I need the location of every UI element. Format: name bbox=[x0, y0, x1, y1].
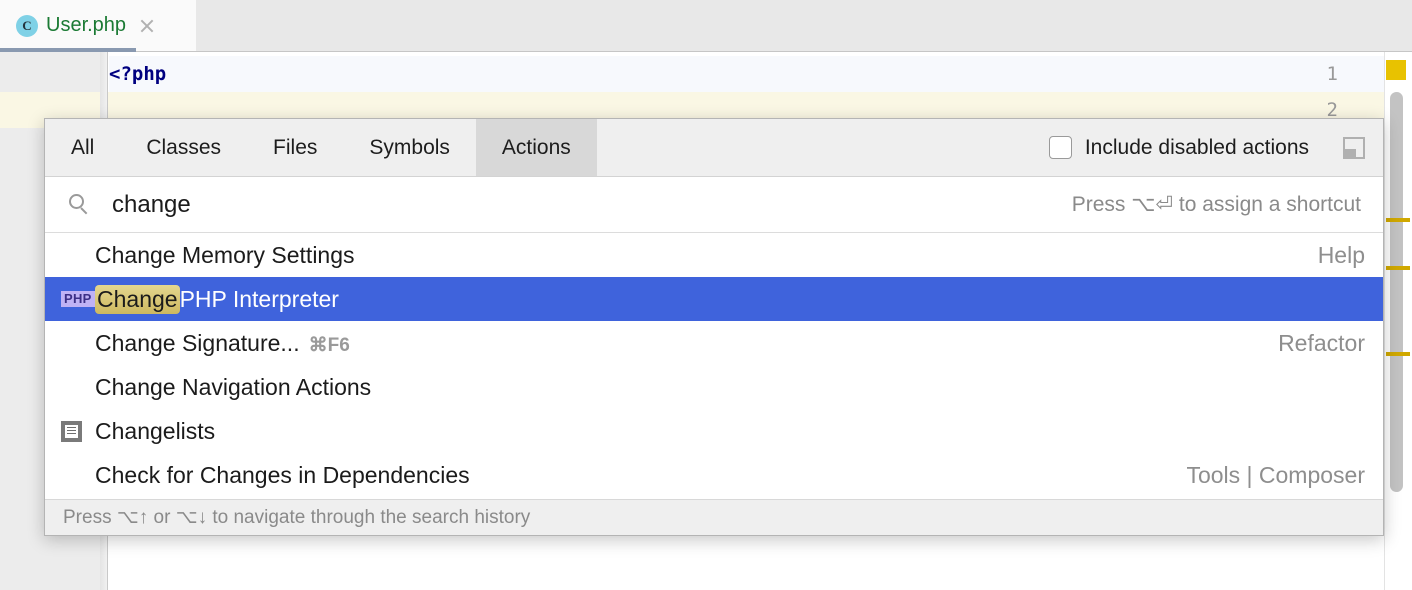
editor-tab-title: User.php bbox=[46, 14, 127, 36]
result-row-changelists[interactable]: Changelists bbox=[45, 409, 1383, 453]
result-label: Check for Changes in Dependencies bbox=[95, 461, 470, 488]
toolwindow-inner-shape bbox=[1345, 148, 1356, 157]
include-disabled-actions-checkbox[interactable]: Include disabled actions bbox=[1048, 135, 1309, 160]
search-everywhere-popup: All Classes Files Symbols Actions Includ… bbox=[44, 118, 1384, 536]
result-group: Help bbox=[1317, 241, 1365, 268]
result-row-check-for-changes-in-dependencies[interactable]: Check for Changes in Dependencies Tools … bbox=[45, 453, 1383, 497]
result-row-change-navigation-actions[interactable]: Change Navigation Actions bbox=[45, 365, 1383, 409]
search-input[interactable]: change bbox=[112, 191, 1072, 219]
search-everywhere-footer: Press ⌥↑ or ⌥↓ to navigate through the s… bbox=[45, 499, 1383, 535]
result-label-suffix: PHP Interpreter bbox=[179, 285, 339, 312]
search-everywhere-header: All Classes Files Symbols Actions Includ… bbox=[45, 119, 1383, 177]
editor-tab-user-php[interactable]: C User.php bbox=[0, 0, 196, 51]
result-label: Change Navigation Actions bbox=[95, 373, 372, 400]
result-label-text: Change Signature... bbox=[95, 329, 300, 356]
search-icon bbox=[69, 194, 90, 215]
php-badge-icon: PHP bbox=[61, 290, 95, 308]
result-label: Changelists bbox=[95, 417, 216, 444]
assign-shortcut-hint: Press ⌥⏎ to assign a shortcut bbox=[1071, 193, 1361, 216]
changelist-glyph bbox=[61, 420, 82, 442]
warning-marker-2[interactable] bbox=[1386, 266, 1410, 270]
php-badge-text: PHP bbox=[61, 290, 95, 308]
result-label: Change Signature... ⌘F6 bbox=[95, 330, 350, 357]
changelist-icon bbox=[61, 420, 95, 442]
line-number-1: 1 bbox=[1326, 63, 1338, 85]
result-label: Change Memory Settings bbox=[95, 241, 355, 268]
result-shortcut: ⌘F6 bbox=[308, 334, 350, 356]
tab-files[interactable]: Files bbox=[247, 119, 343, 176]
line-1-background bbox=[109, 56, 1384, 92]
php-class-icon: C bbox=[16, 14, 38, 37]
result-group: Refactor bbox=[1278, 329, 1365, 356]
warning-marker-3[interactable] bbox=[1386, 352, 1410, 356]
search-history-hint: Press ⌥↑ or ⌥↓ to navigate through the s… bbox=[63, 507, 531, 528]
checkbox-box[interactable] bbox=[1048, 136, 1072, 159]
tab-symbols[interactable]: Symbols bbox=[343, 119, 476, 176]
search-input-row[interactable]: change Press ⌥⏎ to assign a shortcut bbox=[45, 177, 1383, 233]
tab-actions[interactable]: Actions bbox=[475, 119, 597, 176]
ide-window: 1 2 3 4 5 6 7 8 9 10 <?php C User.php Al… bbox=[0, 0, 1412, 590]
editor-tab-bar: C User.php bbox=[0, 0, 1412, 52]
inspection-status-marker[interactable] bbox=[1386, 60, 1406, 80]
result-match-highlight: Change bbox=[95, 284, 180, 314]
search-icon-handle bbox=[80, 207, 88, 215]
result-row-change-php-interpreter[interactable]: PHP Change PHP Interpreter bbox=[45, 277, 1383, 321]
code-line-1: <?php bbox=[109, 63, 167, 85]
include-disabled-actions-label: Include disabled actions bbox=[1084, 135, 1309, 159]
tab-classes[interactable]: Classes bbox=[120, 119, 247, 176]
vertical-scrollbar-thumb[interactable] bbox=[1390, 92, 1403, 492]
search-everywhere-tabs: All Classes Files Symbols Actions bbox=[45, 119, 597, 176]
result-row-change-memory-settings[interactable]: Change Memory Settings Help bbox=[45, 233, 1383, 277]
open-in-tool-window-icon[interactable] bbox=[1343, 136, 1365, 159]
close-icon[interactable] bbox=[138, 17, 156, 35]
tab-all[interactable]: All bbox=[45, 119, 120, 176]
active-tab-underline bbox=[0, 48, 136, 52]
header-right-controls: Include disabled actions bbox=[1048, 119, 1383, 176]
result-label: Change PHP Interpreter bbox=[95, 284, 339, 314]
warning-marker-1[interactable] bbox=[1386, 218, 1410, 222]
result-group: Tools | Composer bbox=[1186, 461, 1365, 488]
result-row-change-signature[interactable]: Change Signature... ⌘F6 Refactor bbox=[45, 321, 1383, 365]
search-results-list[interactable]: Change Memory Settings Help PHP Change P… bbox=[45, 233, 1383, 499]
